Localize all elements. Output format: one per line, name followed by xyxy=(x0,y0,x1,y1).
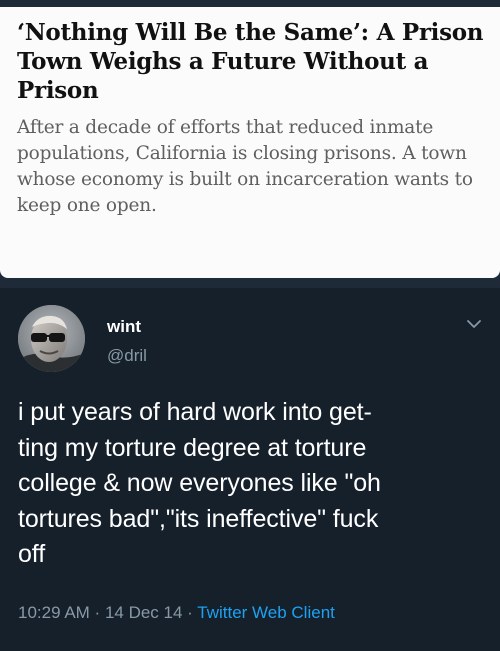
tweet-card[interactable]: wint @dril i put years of hard work into… xyxy=(0,288,500,651)
chevron-down-icon[interactable] xyxy=(466,318,482,330)
top-gap xyxy=(0,0,500,7)
meta-separator: · xyxy=(89,603,105,622)
tweet-client-link[interactable]: Twitter Web Client xyxy=(197,603,335,622)
article-summary: After a decade of efforts that reduced i… xyxy=(17,117,473,216)
tweet-date[interactable]: 14 Dec 14 xyxy=(105,603,183,622)
tweet-meta: 10:29 AM · 14 Dec 14 · Twitter Web Clien… xyxy=(18,603,335,623)
article-headline[interactable]: ‘Nothing Will Be the Same’: A Prison Tow… xyxy=(17,18,484,105)
avatar[interactable] xyxy=(18,305,85,372)
divider xyxy=(0,278,500,288)
display-name[interactable]: wint xyxy=(107,317,141,337)
meta-separator: · xyxy=(182,603,198,622)
handle[interactable]: @dril xyxy=(107,346,147,366)
tweet-time[interactable]: 10:29 AM xyxy=(18,603,90,622)
tweet-text: i put years of hard work into get- ting … xyxy=(18,398,381,568)
avatar-photo xyxy=(18,305,85,372)
article-card[interactable]: ‘Nothing Will Be the Same’: A Prison Tow… xyxy=(0,7,500,278)
